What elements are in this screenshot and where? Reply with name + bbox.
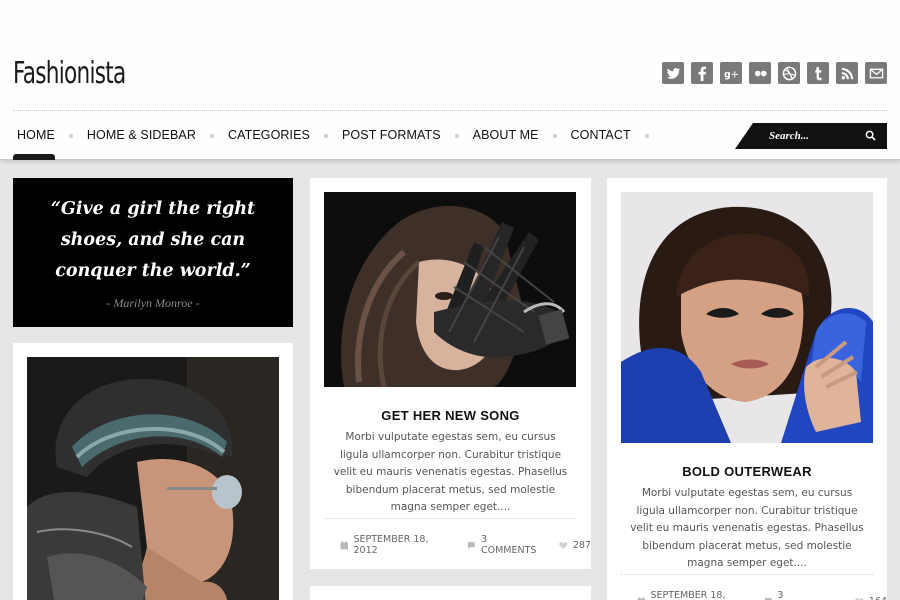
site-logo[interactable]: Fashionista [13,56,126,91]
post-card [13,343,293,600]
post-title[interactable]: GET HER NEW SONG [310,408,591,423]
post-likes: 164 [869,596,887,600]
rss-icon[interactable] [836,62,858,84]
nav-item-home[interactable]: HOME [13,126,59,146]
post-meta: SEPTEMBER 18, 2012 3 COMMENTS 287 [340,534,591,556]
search-icon[interactable] [865,130,876,141]
post-image-glove[interactable] [324,192,576,387]
quote-text: “Give a girl the right shoes, and she ca… [50,199,256,281]
nav-item-home-sidebar[interactable]: HOME & SIDEBAR [83,126,200,146]
calendar-icon [340,540,349,549]
svg-text:g+: g+ [724,69,739,80]
post-card: BOLD OUTERWEAR Morbi vulputate egestas s… [607,178,887,600]
post-image-outerwear[interactable] [621,192,873,443]
nav-separator [209,134,214,138]
post-comments[interactable]: 3 COMMENTS [777,590,838,600]
dribbble-icon[interactable] [778,62,800,84]
social-icons: g+ [662,62,887,84]
calendar-icon [637,596,646,600]
nav-active-indicator [13,154,55,160]
twitter-icon[interactable] [662,62,684,84]
heart-icon[interactable] [855,597,864,600]
nav-separator [644,134,649,138]
post-likes: 287 [572,539,591,551]
header-divider [13,110,887,111]
google-plus-icon[interactable]: g+ [720,62,742,84]
nav-separator [68,134,73,138]
post-meta: SEPTEMBER 18, 2012 3 COMMENTS 164 [637,590,887,600]
nav-item-post-formats[interactable]: POST FORMATS [338,126,445,146]
meta-divider [324,518,576,519]
post-excerpt: Morbi vulputate egestas sem, eu cursus l… [333,431,568,513]
search-box [735,123,887,149]
post-title[interactable]: BOLD OUTERWEAR [607,464,887,479]
tumblr-icon[interactable] [807,62,829,84]
nav-separator [454,134,459,138]
post-excerpt: Morbi vulputate egestas sem, eu cursus l… [630,487,864,569]
email-icon[interactable] [865,62,887,84]
post-card: GET HER NEW SONG Morbi vulputate egestas… [310,178,591,569]
post-date[interactable]: SEPTEMBER 18, 2012 [353,534,449,556]
nav-item-contact[interactable]: CONTACT [567,126,635,146]
search-input[interactable] [769,128,859,144]
comment-icon [468,541,476,549]
site-header: Fashionista g+ HOME HOME & SIDEBAR CATEG… [0,0,900,160]
facebook-icon[interactable] [691,62,713,84]
post-comments[interactable]: 3 COMMENTS [481,534,542,556]
comment-icon [764,597,772,600]
flickr-icon[interactable] [749,62,771,84]
meta-divider [621,574,873,575]
nav-item-categories[interactable]: CATEGORIES [224,126,314,146]
nav-item-about-me[interactable]: ABOUT ME [469,126,543,146]
quote-author: - Marilyn Monroe - [106,296,200,310]
post-date[interactable]: SEPTEMBER 18, 2012 [650,590,746,600]
nav-separator [552,134,557,138]
heart-icon[interactable] [559,541,568,550]
nav-separator [324,134,328,138]
main-nav: HOME HOME & SIDEBAR CATEGORIES POST FORM… [13,126,659,146]
post-card [310,586,591,600]
post-image-headscarf[interactable] [27,357,279,600]
